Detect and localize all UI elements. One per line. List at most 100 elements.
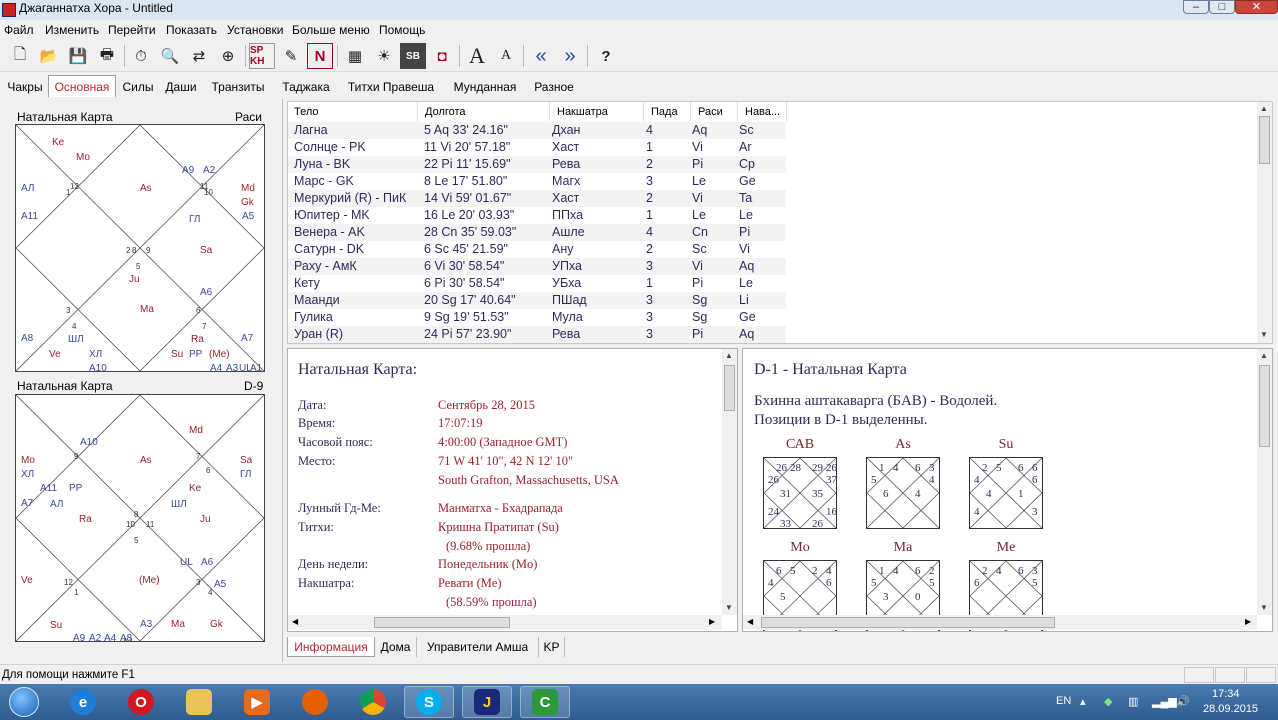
table-row[interactable]: Венера - AK 28 Cn 35' 59.03" Ашле 4 Cn Pi [288, 224, 786, 241]
tab-main[interactable]: Основная [48, 75, 116, 97]
taskbar-jhora[interactable]: J [462, 686, 512, 718]
table-row[interactable]: Марс - GK 8 Le 17' 51.80" Магх 3 Le Ge [288, 173, 786, 190]
tab-mundane[interactable]: Мунданная [446, 77, 524, 97]
bav-grid[interactable]: 14635464 [866, 457, 940, 529]
menu-help[interactable]: Помощь [379, 23, 425, 37]
transfer-icon[interactable]: ⇄ [186, 43, 212, 69]
sp-kh-icon[interactable]: SP KH [249, 43, 275, 69]
menu-more[interactable]: Больше меню [292, 23, 370, 37]
table-row[interactable]: Юпитер - MK 16 Le 20' 03.93" ППха 1 Le Le [288, 207, 786, 224]
bav-vscrollbar[interactable]: ▲ ▼ [1257, 349, 1272, 615]
tray-network-icon[interactable]: ▥ [1128, 695, 1138, 708]
scroll-right-icon[interactable]: ▶ [1245, 617, 1251, 626]
tab-tajaka[interactable]: Таджака [276, 77, 336, 97]
new-file-icon[interactable]: 🗋 [7, 43, 33, 69]
bav-grid[interactable]: 26 28 29 26 26 37 31 35 24 16 33 26 [763, 457, 838, 530]
minimize-button[interactable]: – [1183, 0, 1209, 14]
clock-date[interactable]: 28.09.2015 [1203, 703, 1258, 715]
col-header-rasi[interactable]: Раси [692, 102, 738, 121]
menu-go[interactable]: Перейти [108, 23, 156, 37]
scroll-right-icon[interactable]: ▶ [709, 617, 715, 626]
forward-icon[interactable]: » [557, 43, 583, 69]
tray-app-icon[interactable]: ◆ [1104, 695, 1112, 708]
bav-grid[interactable]: 25 66 4 6 4 1 4 3 [969, 457, 1043, 529]
table-row[interactable]: Гулика 9 Sg 19' 51.53" Мула 3 Sg Ge [288, 309, 786, 326]
scroll-thumb[interactable] [1259, 365, 1270, 447]
tab-transits[interactable]: Транзиты [204, 77, 272, 97]
scroll-down-icon[interactable]: ▼ [725, 603, 733, 612]
col-header-body[interactable]: Тело [288, 102, 418, 121]
save-icon[interactable]: 💾 [65, 43, 91, 69]
table-row[interactable]: Маанди 20 Sg 17' 40.64" ПШад 3 Sg Li [288, 292, 786, 309]
scroll-left-icon[interactable]: ◀ [747, 617, 753, 626]
col-header-longitude[interactable]: Долгота [419, 102, 550, 121]
tab-kp[interactable]: KP [539, 637, 565, 657]
table-row[interactable]: Лагна 5 Aq 33' 24.16" Дхан 4 Aq Sc [288, 122, 786, 139]
close-button[interactable]: ✕ [1235, 0, 1278, 14]
scroll-down-icon[interactable]: ▼ [1260, 603, 1268, 612]
scroll-thumb[interactable] [374, 617, 510, 628]
grid-icon[interactable]: ▦ [342, 43, 368, 69]
bav-hscrollbar[interactable]: ◀ ▶ [743, 615, 1257, 630]
info-hscrollbar[interactable]: ◀ ▶ [288, 615, 722, 630]
print-icon[interactable]: 🖶 [94, 43, 120, 69]
table-row[interactable]: Луна - BK 22 Pi 11' 15.69" Рева 2 Pi Cp [288, 156, 786, 173]
navamsa-chart[interactable]: Md A10 Mo ХЛ A11 A7 АЛ PP As Sa ГЛ Ke ШЛ Ra Ju UL A6 Ve (M… [15, 394, 265, 642]
pointer-tool-icon[interactable]: ✎ [278, 43, 304, 69]
square-chart-icon[interactable]: ◘ [429, 43, 455, 69]
back-icon[interactable]: « [528, 43, 554, 69]
globe-icon[interactable]: ⊕ [215, 43, 241, 69]
tray-chevron-icon[interactable]: ▴ [1080, 695, 1086, 708]
tab-tithi-pravesha[interactable]: Титхи Правеша [340, 77, 442, 97]
tab-misc[interactable]: Разное [528, 77, 580, 97]
scroll-up-icon[interactable]: ▲ [725, 351, 733, 360]
taskbar-explorer[interactable] [174, 686, 224, 718]
taskbar-chrome[interactable] [348, 686, 398, 718]
table-row[interactable]: Кету 6 Pi 30' 58.54" УБха 1 Pi Le [288, 275, 786, 292]
scroll-up-icon[interactable]: ▲ [1260, 351, 1268, 360]
table-row[interactable]: Солнце - PK 11 Vi 20' 57.18" Хаст 1 Vi Ar [288, 139, 786, 156]
rasi-chart[interactable]: Ke Mo АЛ A11 A9 A2 Md Gk A5 As ГЛ Sa Ju A6 Ma A8 ШЛ Ve ХЛ A… [15, 124, 265, 372]
volume-icon[interactable]: 🔊 [1176, 695, 1190, 708]
open-folder-icon[interactable]: 📂 [36, 43, 62, 69]
taskbar-skype[interactable]: S [404, 686, 454, 718]
col-header-nakshatra[interactable]: Накшатра [551, 102, 644, 121]
tab-strengths[interactable]: Силы [118, 77, 158, 97]
scroll-thumb[interactable] [724, 365, 735, 411]
sb-icon[interactable]: SB [400, 43, 426, 69]
col-header-navamsa[interactable]: Нава... [739, 102, 787, 121]
scroll-left-icon[interactable]: ◀ [292, 617, 298, 626]
table-row[interactable]: Раху - АмК 6 Vi 30' 58.54" УПха 3 Vi Aq [288, 258, 786, 275]
tab-dashas[interactable]: Даши [160, 77, 202, 97]
taskbar-firefox[interactable] [290, 686, 340, 718]
help-icon[interactable]: ? [593, 43, 619, 69]
taskbar-opera[interactable]: O [116, 686, 166, 718]
n-icon[interactable]: N [307, 43, 333, 69]
scroll-thumb[interactable] [1259, 116, 1270, 164]
menu-edit[interactable]: Изменить [45, 23, 99, 37]
start-button[interactable] [4, 686, 44, 718]
scroll-down-icon[interactable]: ▼ [1260, 330, 1268, 339]
maximize-button[interactable]: □ [1209, 0, 1235, 14]
scroll-up-icon[interactable]: ▲ [1260, 104, 1268, 113]
tab-houses[interactable]: Дома [375, 637, 417, 657]
taskbar-camtasia[interactable]: C [520, 686, 570, 718]
font-smaller-icon[interactable]: A [493, 43, 519, 69]
language-indicator[interactable]: EN [1056, 695, 1071, 707]
tab-chakry[interactable]: Чакры [2, 77, 48, 97]
table-row[interactable]: Меркурий (R) - ПиК 14 Vi 59' 01.67" Хаст 2 V… [288, 190, 786, 207]
data-clock-icon[interactable]: ⏱ [128, 43, 154, 69]
menu-file[interactable]: Файл [4, 23, 34, 37]
info-vscrollbar[interactable]: ▲ ▼ [722, 349, 737, 615]
taskbar-media[interactable]: ▶ [232, 686, 282, 718]
wifi-icon[interactable]: ▂▄▆ [1152, 695, 1177, 708]
tab-info[interactable]: Информация [287, 637, 375, 657]
table-row[interactable]: Уран (R) 24 Pi 57' 23.90" Рева 3 Pi Aq [288, 326, 786, 343]
sun-icon[interactable]: ☀ [371, 43, 397, 69]
clock-time[interactable]: 17:34 [1212, 688, 1240, 700]
font-larger-icon[interactable]: A [464, 43, 490, 69]
col-header-pada[interactable]: Пада [645, 102, 691, 121]
menu-settings[interactable]: Установки [227, 23, 283, 37]
tab-amsha-lords[interactable]: Управители Амша [417, 637, 539, 657]
table-vscrollbar[interactable]: ▲ ▼ [1257, 102, 1272, 343]
